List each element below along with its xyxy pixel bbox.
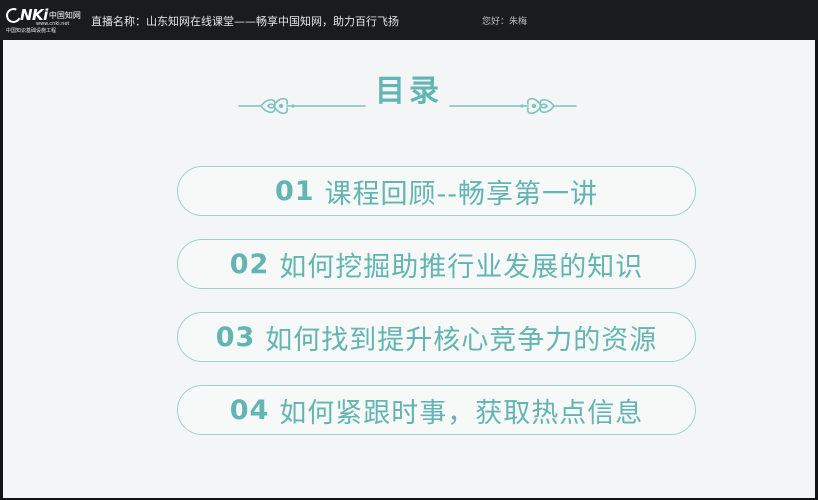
user-greeting: 您好：朱梅 <box>482 17 528 27</box>
toc-item-1: 01 课程回顾--畅享第一讲 <box>177 166 696 216</box>
toc-item-number: 03 <box>215 321 256 353</box>
ornament-right-icon <box>449 97 577 115</box>
toc-item-number: 01 <box>274 175 315 207</box>
logo-subtitle: 中国知识基础设施工程 <box>6 28 57 34</box>
logo-brand-cn: 中国知网 <box>48 10 81 20</box>
toc-title: 目录 <box>375 74 443 109</box>
toc-item-number: 04 <box>229 394 270 426</box>
live-broadcast-window: NKi 中国知网 www.cnki.net 中国知识基础设施工程 直播名称：山东… <box>0 0 818 500</box>
ornament-left-icon <box>238 97 366 115</box>
toc-item-4: 04 如何紧跟时事，获取热点信息 <box>177 385 696 435</box>
toc-item-text: 如何挖掘助推行业发展的知识 <box>279 251 644 283</box>
toc-item-text: 如何找到提升核心竞争力的资源 <box>265 324 658 356</box>
toc-item-2: 02 如何挖掘助推行业发展的知识 <box>177 239 696 289</box>
toc-item-text: 课程回顾--畅享第一讲 <box>324 178 599 210</box>
presentation-slide: 目录 01 课程回顾--畅享第一讲 02 如何挖掘助推行业发展的知识 03 如何… <box>3 40 815 498</box>
toc-item-text: 如何紧跟时事，获取热点信息 <box>279 397 644 429</box>
cnki-logo: NKi 中国知网 www.cnki.net 中国知识基础设施工程 <box>3 5 84 36</box>
toc-item-number: 02 <box>229 248 270 280</box>
header-bar: NKi 中国知网 www.cnki.net 中国知识基础设施工程 直播名称：山东… <box>0 0 818 40</box>
broadcast-title: 直播名称：山东知网在线课堂——畅享中国知网，助力百行飞扬 <box>91 15 399 28</box>
toc-item-3: 03 如何找到提升核心竞争力的资源 <box>177 312 696 362</box>
